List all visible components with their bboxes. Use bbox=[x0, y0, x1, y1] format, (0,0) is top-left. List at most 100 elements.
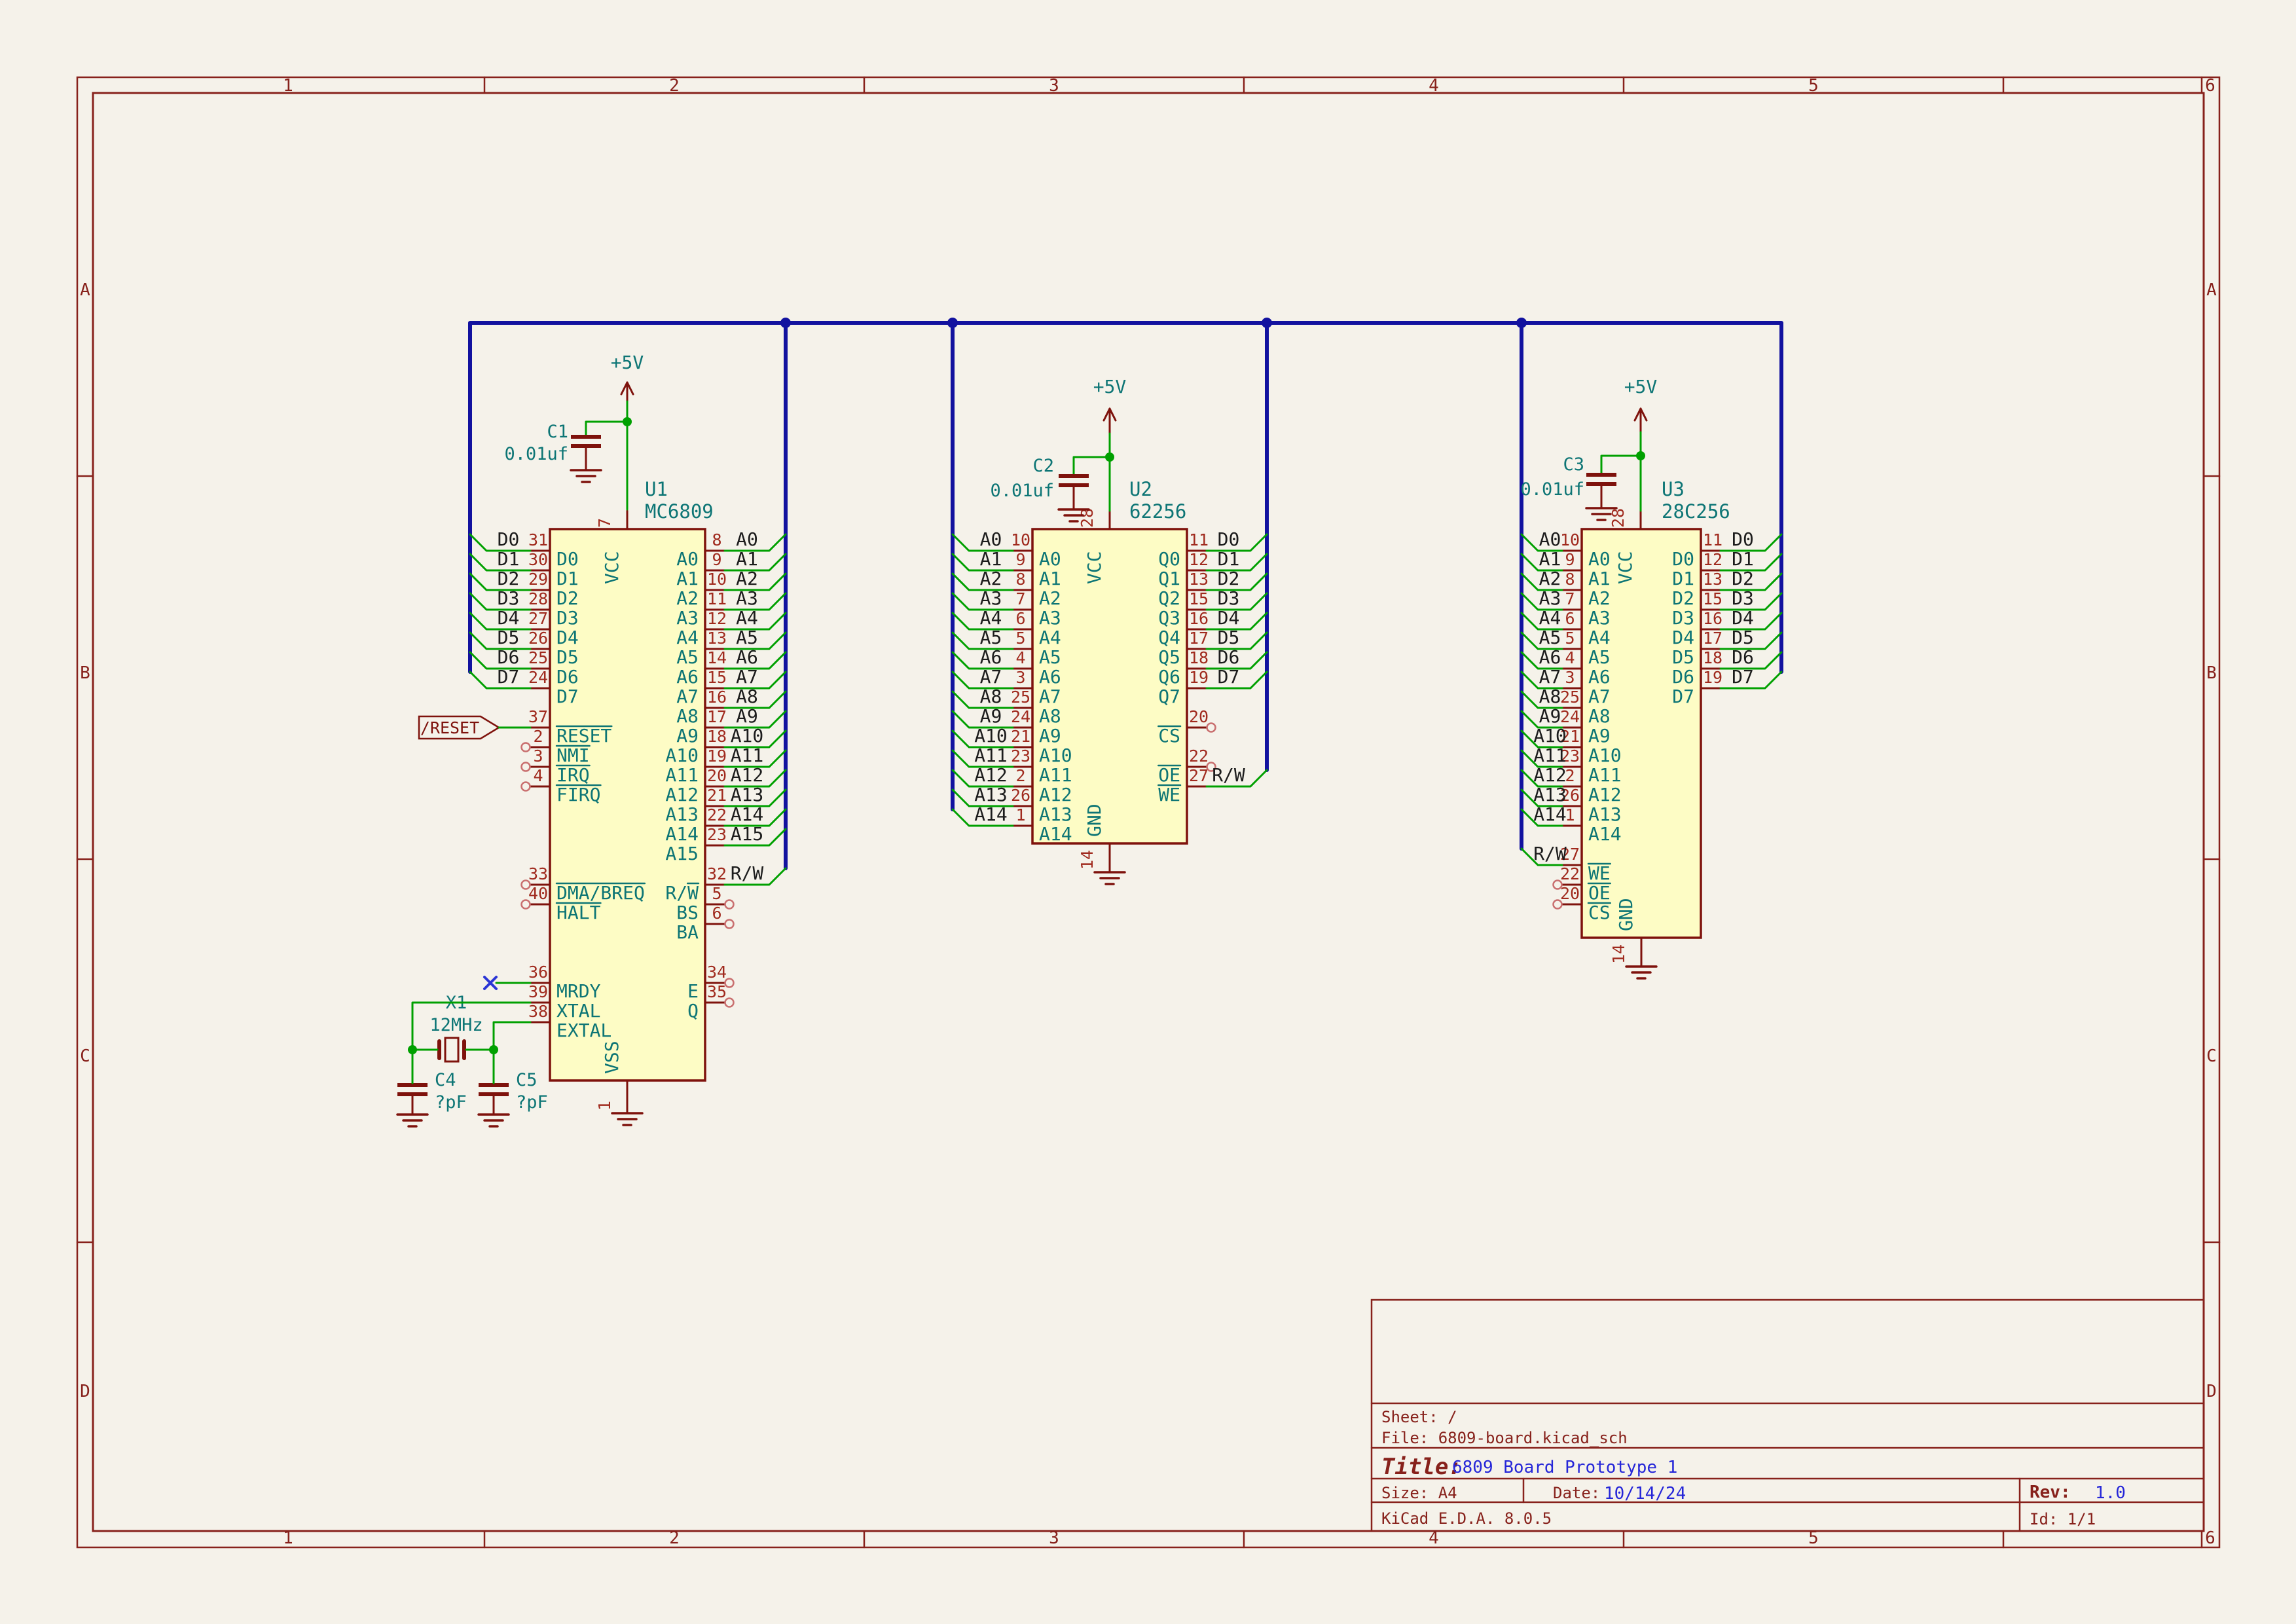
cap-value-C1[interactable]: 0.01uf bbox=[504, 444, 568, 464]
net-label-A13[interactable]: A13 bbox=[974, 784, 1008, 805]
net-label-A13[interactable]: A13 bbox=[1533, 784, 1567, 805]
pin-name: D5 bbox=[1672, 646, 1694, 668]
cap-ref-C4[interactable]: C4 bbox=[435, 1070, 456, 1090]
cap-plate bbox=[571, 435, 601, 439]
net-label-A5[interactable]: A5 bbox=[1539, 627, 1561, 648]
net-label-A0[interactable]: A0 bbox=[736, 528, 758, 550]
net-label-A4[interactable]: A4 bbox=[980, 607, 1002, 629]
chip-ref-U1[interactable]: U1 bbox=[645, 478, 668, 500]
net-label-A3[interactable]: A3 bbox=[736, 587, 758, 609]
net-label-A4[interactable]: A4 bbox=[736, 607, 758, 629]
net-label-D1[interactable]: D1 bbox=[1732, 548, 1754, 570]
chip-value-U2[interactable]: 62256 bbox=[1129, 500, 1186, 523]
cap-ref-C2[interactable]: C2 bbox=[1032, 456, 1054, 476]
net-label-A5[interactable]: A5 bbox=[980, 627, 1002, 648]
net-label-A11[interactable]: A11 bbox=[1533, 745, 1567, 766]
net-label-A8[interactable]: A8 bbox=[736, 686, 758, 707]
net-label-D2[interactable]: D2 bbox=[1218, 568, 1240, 589]
net-label-D6[interactable]: D6 bbox=[1218, 646, 1240, 668]
chip-ref-U2[interactable]: U2 bbox=[1129, 478, 1152, 500]
net-label-A1[interactable]: A1 bbox=[980, 548, 1002, 570]
net-label-D5[interactable]: D5 bbox=[1218, 627, 1240, 648]
net-label-A9[interactable]: A9 bbox=[1539, 705, 1561, 727]
net-label-A9[interactable]: A9 bbox=[736, 705, 758, 727]
net-label-A3[interactable]: A3 bbox=[980, 587, 1002, 609]
net-label-D0[interactable]: D0 bbox=[498, 528, 520, 550]
crystal-value[interactable]: 12MHz bbox=[429, 1015, 483, 1035]
power-net-label[interactable]: +5V bbox=[611, 352, 644, 373]
net-label-D1[interactable]: D1 bbox=[498, 548, 520, 570]
net-label-A10[interactable]: A10 bbox=[731, 725, 764, 747]
net-label-A14[interactable]: A14 bbox=[974, 803, 1008, 825]
cap-ref-C5[interactable]: C5 bbox=[516, 1070, 538, 1090]
net-label-D0[interactable]: D0 bbox=[1218, 528, 1240, 550]
net-label-A6[interactable]: A6 bbox=[980, 646, 1002, 668]
net-label-A7[interactable]: A7 bbox=[1539, 666, 1561, 688]
global-label-text[interactable]: /RESET bbox=[420, 718, 479, 737]
net-label-A14[interactable]: A14 bbox=[1533, 803, 1567, 825]
net-label-A8[interactable]: A8 bbox=[980, 686, 1002, 707]
net-label-A8[interactable]: A8 bbox=[1539, 686, 1561, 707]
net-label-A7[interactable]: A7 bbox=[980, 666, 1002, 688]
chip-value-U3[interactable]: 28C256 bbox=[1662, 500, 1730, 523]
net-label-RW[interactable]: R/W bbox=[1533, 843, 1567, 864]
net-label-D3[interactable]: D3 bbox=[498, 587, 520, 609]
net-label-A10[interactable]: A10 bbox=[1533, 725, 1567, 747]
net-label-D4[interactable]: D4 bbox=[1218, 607, 1240, 629]
net-label-D2[interactable]: D2 bbox=[1732, 568, 1754, 589]
cap-value-C3[interactable]: 0.01uf bbox=[1520, 479, 1584, 500]
chip-ref-U3[interactable]: U3 bbox=[1662, 478, 1685, 500]
net-label-A1[interactable]: A1 bbox=[736, 548, 758, 570]
net-label-A1[interactable]: A1 bbox=[1539, 548, 1561, 570]
net-label-D0[interactable]: D0 bbox=[1732, 528, 1754, 550]
net-label-A2[interactable]: A2 bbox=[1539, 568, 1561, 589]
power-net-label[interactable]: +5V bbox=[1093, 376, 1127, 397]
net-label-A10[interactable]: A10 bbox=[974, 725, 1008, 747]
net-label-D7[interactable]: D7 bbox=[1732, 666, 1754, 688]
net-label-A6[interactable]: A6 bbox=[736, 646, 758, 668]
net-label-A12[interactable]: A12 bbox=[1533, 764, 1567, 786]
power-net-label[interactable]: +5V bbox=[1624, 376, 1658, 397]
net-label-D1[interactable]: D1 bbox=[1218, 548, 1240, 570]
net-label-A3[interactable]: A3 bbox=[1539, 587, 1561, 609]
net-label-RW[interactable]: R/W bbox=[1212, 764, 1245, 786]
net-label-D5[interactable]: D5 bbox=[498, 627, 520, 648]
pin-name: OE bbox=[1588, 882, 1611, 904]
net-label-A6[interactable]: A6 bbox=[1539, 646, 1561, 668]
net-label-A15[interactable]: A15 bbox=[731, 823, 764, 845]
net-label-D6[interactable]: D6 bbox=[1732, 646, 1754, 668]
net-label-D5[interactable]: D5 bbox=[1732, 627, 1754, 648]
pin-number: 8 bbox=[1015, 570, 1025, 589]
cap-ref-C1[interactable]: C1 bbox=[547, 422, 568, 442]
cap-value-C5[interactable]: ?pF bbox=[516, 1092, 548, 1113]
cap-ref-C3[interactable]: C3 bbox=[1563, 454, 1584, 475]
net-label-A13[interactable]: A13 bbox=[731, 784, 764, 805]
net-label-A11[interactable]: A11 bbox=[974, 745, 1008, 766]
net-label-D7[interactable]: D7 bbox=[498, 666, 520, 688]
net-label-RW[interactable]: R/W bbox=[731, 862, 764, 884]
net-label-A9[interactable]: A9 bbox=[980, 705, 1002, 727]
wire-junction-dot bbox=[408, 1045, 417, 1054]
pin-number: 20 bbox=[707, 766, 727, 785]
net-label-A0[interactable]: A0 bbox=[980, 528, 1002, 550]
net-label-A12[interactable]: A12 bbox=[731, 764, 764, 786]
net-label-A7[interactable]: A7 bbox=[736, 666, 758, 688]
net-label-D6[interactable]: D6 bbox=[498, 646, 520, 668]
net-label-D7[interactable]: D7 bbox=[1218, 666, 1240, 688]
cap-value-C4[interactable]: ?pF bbox=[435, 1092, 467, 1113]
net-label-A2[interactable]: A2 bbox=[736, 568, 758, 589]
net-label-A0[interactable]: A0 bbox=[1539, 528, 1561, 550]
chip-value-U1[interactable]: MC6809 bbox=[645, 500, 714, 523]
net-label-D4[interactable]: D4 bbox=[1732, 607, 1754, 629]
net-label-D3[interactable]: D3 bbox=[1732, 587, 1754, 609]
net-label-D3[interactable]: D3 bbox=[1218, 587, 1240, 609]
net-label-A2[interactable]: A2 bbox=[980, 568, 1002, 589]
net-label-A14[interactable]: A14 bbox=[731, 803, 764, 825]
net-label-A5[interactable]: A5 bbox=[736, 627, 758, 648]
net-label-A11[interactable]: A11 bbox=[731, 745, 764, 766]
net-label-A12[interactable]: A12 bbox=[974, 764, 1008, 786]
cap-value-C2[interactable]: 0.01uf bbox=[990, 481, 1054, 501]
net-label-A4[interactable]: A4 bbox=[1539, 607, 1561, 629]
net-label-D2[interactable]: D2 bbox=[498, 568, 520, 589]
net-label-D4[interactable]: D4 bbox=[498, 607, 520, 629]
